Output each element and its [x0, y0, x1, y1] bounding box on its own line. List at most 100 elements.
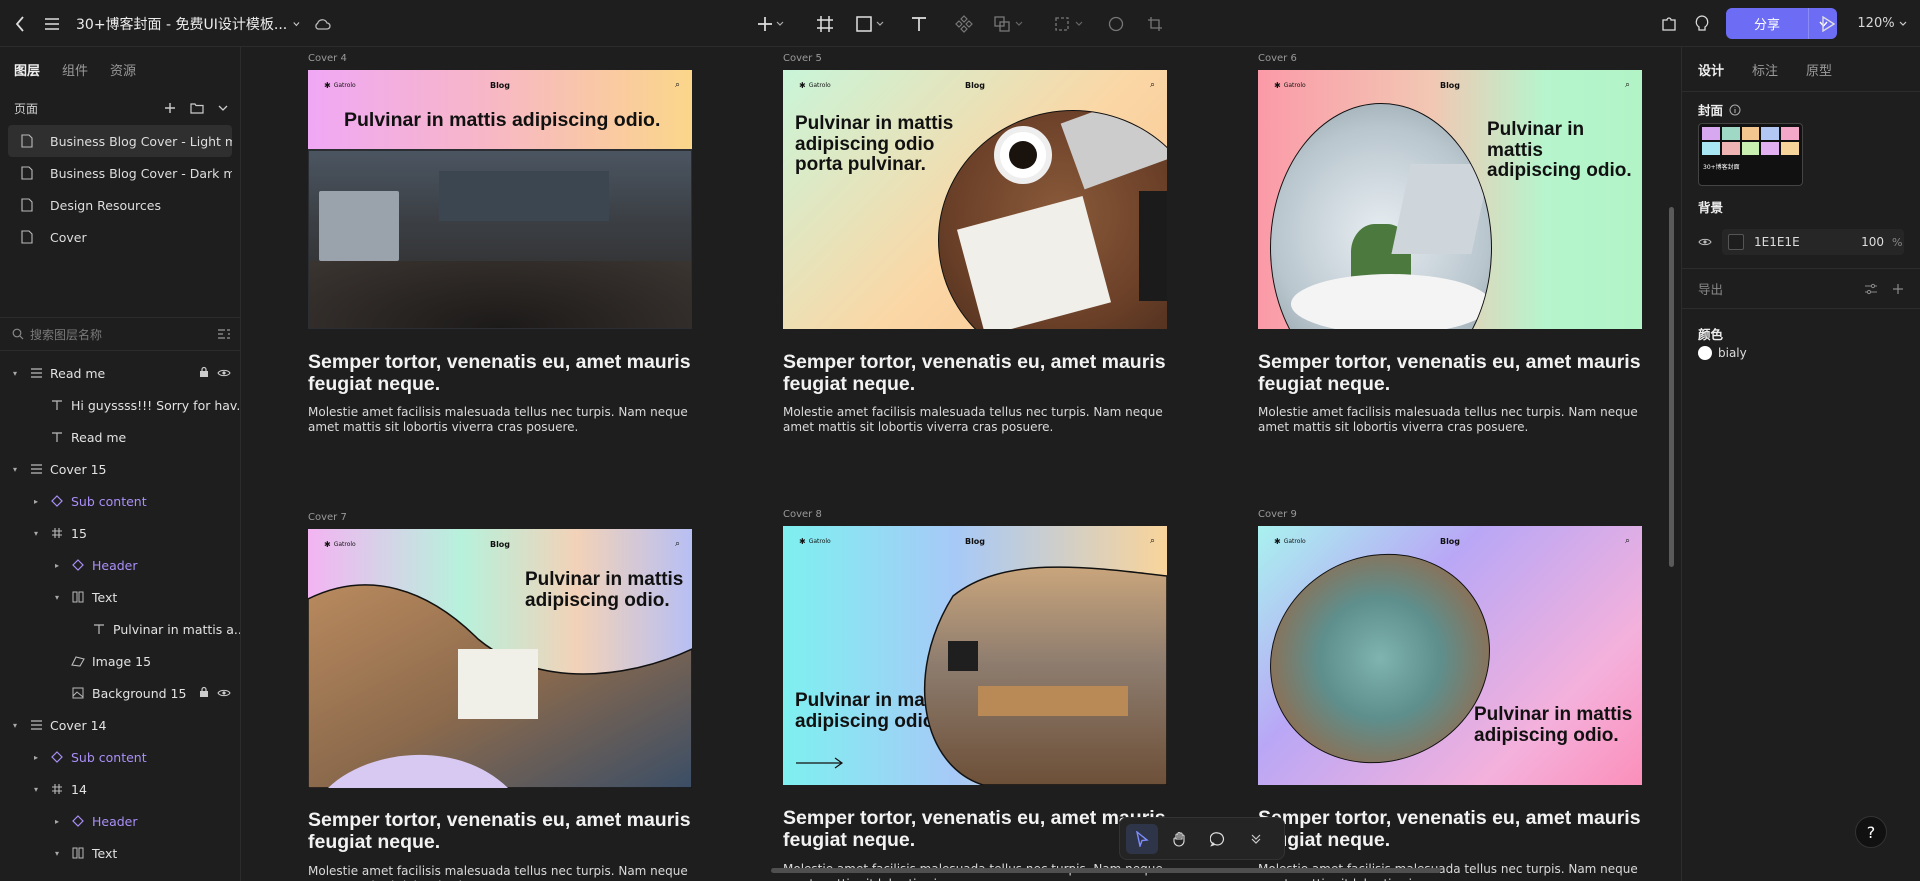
page-item[interactable]: Cover: [8, 221, 232, 253]
boolean-tool[interactable]: [990, 0, 1030, 47]
vertical-scrollbar[interactable]: [1669, 207, 1674, 567]
background-hex[interactable]: 1E1E1E: [1754, 235, 1844, 249]
cover-frame[interactable]: ✱ Gatrolo Blog ⌕ Pulvinar in mattis adipi…: [308, 529, 692, 788]
caret-down-icon[interactable]: ▾: [29, 529, 43, 538]
layer-row[interactable]: Background 15: [0, 677, 240, 709]
layer-row[interactable]: ▾ Cover 15: [0, 453, 240, 485]
help-button[interactable]: ?: [1855, 816, 1887, 848]
color-swatch[interactable]: [1728, 234, 1744, 250]
layer-row[interactable]: ▸ Sub content: [0, 741, 240, 773]
background-opacity[interactable]: 100: [1844, 235, 1884, 249]
layer-row[interactable]: ▾ Text: [0, 581, 240, 613]
play-icon[interactable]: [1814, 0, 1842, 47]
layer-row[interactable]: Read me: [0, 421, 240, 453]
layer-row[interactable]: Hi guyssss!!! Sorry for hav...: [0, 389, 241, 421]
cover-thumbnail[interactable]: 30+博客封面: [1698, 123, 1803, 186]
cover-frame[interactable]: ✱ Gatrolo Blog ⌕ Pulvinar in mattis adipi…: [1258, 526, 1642, 785]
hand-tool-icon[interactable]: [1164, 824, 1196, 854]
caret-right-icon[interactable]: ▸: [29, 753, 43, 762]
layer-row[interactable]: ▾ Text: [0, 837, 240, 869]
share-label[interactable]: 分享: [1726, 8, 1808, 39]
tab-components[interactable]: 组件: [62, 60, 88, 79]
cover-label[interactable]: Cover 7: [308, 512, 347, 523]
eye-icon[interactable]: [217, 686, 231, 701]
cover-label[interactable]: Cover 4: [308, 53, 347, 64]
layer-search[interactable]: 搜索图层名称: [0, 317, 240, 351]
caret-down-icon[interactable]: ▾: [8, 465, 22, 474]
mask-tool[interactable]: [1050, 0, 1090, 47]
cover-headline: Pulvinar in mattis adipiscing odio.: [344, 109, 661, 131]
zoom-select[interactable]: 120%: [1852, 0, 1912, 47]
horizontal-scrollbar[interactable]: [771, 868, 1441, 873]
add-page-icon[interactable]: [164, 102, 176, 114]
circle-tool-icon[interactable]: [1103, 0, 1129, 47]
add-tool[interactable]: [752, 0, 790, 47]
design-canvas[interactable]: Cover 4 ✱ Gatrolo Blog ⌕ Pulvinar in matt…: [241, 47, 1681, 881]
page-item[interactable]: Business Blog Cover - Dark mode: [8, 157, 232, 189]
lock-icon[interactable]: [199, 366, 209, 381]
caret-down-icon[interactable]: ▾: [50, 593, 64, 602]
layer-row[interactable]: Pulvinar in mattis a...: [0, 613, 240, 645]
plugin-icon[interactable]: [1655, 0, 1683, 47]
select-tool-icon[interactable]: [1126, 823, 1158, 854]
layer-row[interactable]: ▾ 14: [0, 773, 240, 805]
tab-prototype[interactable]: 原型: [1806, 60, 1832, 79]
chevron-down-icon[interactable]: [218, 105, 228, 111]
background-color-input[interactable]: 1E1E1E 100 %: [1722, 229, 1904, 255]
crop-tool-icon[interactable]: [1142, 0, 1168, 47]
cover-frame[interactable]: ✱ Gatrolo Blog ⌕ Pulvinar in mattis adipi…: [308, 70, 692, 329]
cover-label[interactable]: Cover 6: [1258, 53, 1297, 64]
search-input[interactable]: 搜索图层名称: [30, 326, 102, 343]
cover-frame[interactable]: ✱ Gatrolo Blog ⌕ Pulvinar in mattis adipi…: [783, 526, 1167, 785]
tab-inspect[interactable]: 标注: [1752, 60, 1778, 79]
tab-layers[interactable]: 图层: [14, 60, 40, 79]
text-tool-icon[interactable]: [905, 0, 933, 47]
caret-down-icon[interactable]: ▾: [29, 785, 43, 794]
lightbulb-icon[interactable]: [1688, 0, 1716, 47]
menu-icon[interactable]: [40, 0, 64, 47]
eye-icon[interactable]: [217, 366, 231, 381]
eye-icon[interactable]: [1698, 237, 1712, 247]
lock-icon[interactable]: [199, 686, 209, 701]
back-icon[interactable]: [8, 0, 32, 47]
layer-row[interactable]: ▾ Read me: [0, 357, 240, 389]
settings-sliders-icon[interactable]: [1864, 283, 1878, 295]
cover-frame[interactable]: ✱ Gatrolo Blog ⌕ Pulvinar in mattis adipi…: [1258, 70, 1642, 329]
more-tools-icon[interactable]: [1240, 824, 1272, 854]
caret-down-icon[interactable]: ▾: [50, 849, 64, 858]
layer-row[interactable]: Image 15: [0, 645, 240, 677]
caret-down-icon[interactable]: ▾: [8, 369, 22, 378]
info-icon[interactable]: [1729, 104, 1741, 116]
layer-row[interactable]: ▸ Sub content: [0, 485, 240, 517]
layer-label: Hi guyssss!!! Sorry for hav...: [71, 397, 241, 413]
file-title[interactable]: 30+博客封面 - 免费UI设计模板...: [76, 0, 300, 47]
cloud-icon[interactable]: [310, 0, 334, 47]
color-style-item[interactable]: bialy: [1698, 343, 1747, 363]
layer-row[interactable]: ▾ 15: [0, 517, 240, 549]
layer-row[interactable]: ▾ Cover 14: [0, 709, 240, 741]
folder-icon[interactable]: [190, 102, 204, 114]
shape-tool[interactable]: [852, 0, 890, 47]
filter-icon[interactable]: [217, 328, 231, 340]
cover-frame[interactable]: ✱ Gatrolo Blog ⌕ Pulvinar in mattis adipi…: [783, 70, 1167, 329]
cover-label[interactable]: Cover 5: [783, 53, 822, 64]
notebook: [956, 196, 1112, 329]
caret-right-icon[interactable]: ▸: [29, 497, 43, 506]
layer-row[interactable]: ▸ Header: [0, 549, 240, 581]
boolean-icon: [994, 15, 1023, 32]
page-item[interactable]: Design Resources: [8, 189, 232, 221]
layer-row[interactable]: ▸ Header: [0, 805, 240, 837]
photo-office-workers: [923, 566, 1167, 785]
cover-label[interactable]: Cover 9: [1258, 509, 1297, 520]
comment-tool-icon[interactable]: [1202, 824, 1234, 854]
add-export-icon[interactable]: [1892, 283, 1904, 295]
frame-tool-icon[interactable]: [810, 0, 840, 47]
page-item[interactable]: Business Blog Cover - Light mo...: [8, 125, 232, 157]
cover-label[interactable]: Cover 8: [783, 509, 822, 520]
tab-design[interactable]: 设计: [1698, 60, 1724, 79]
caret-right-icon[interactable]: ▸: [50, 561, 64, 570]
caret-right-icon[interactable]: ▸: [50, 817, 64, 826]
caret-down-icon[interactable]: ▾: [8, 721, 22, 730]
component-tool-icon[interactable]: [950, 0, 978, 47]
tab-assets[interactable]: 资源: [110, 60, 136, 79]
